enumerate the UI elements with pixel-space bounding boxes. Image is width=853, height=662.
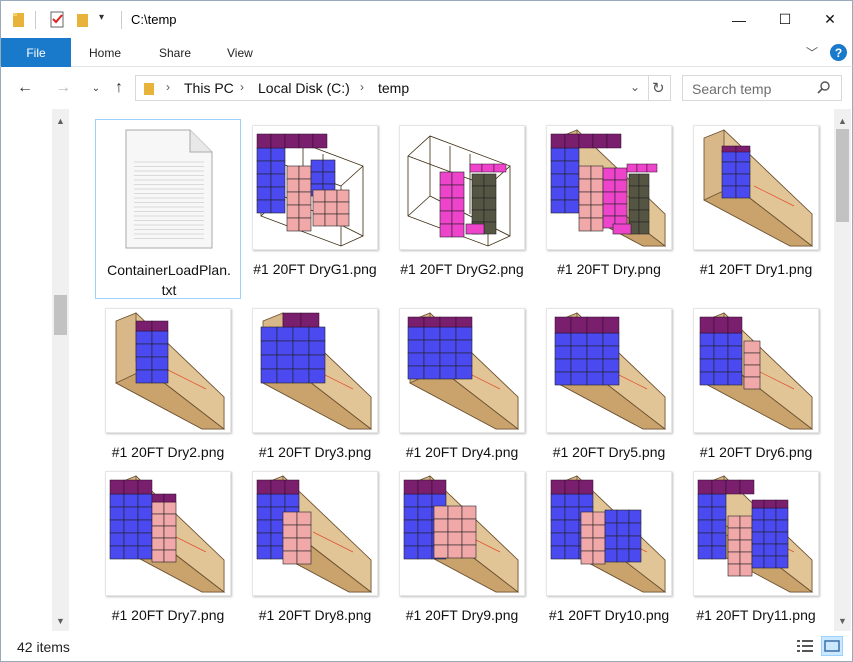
chevron-right-icon[interactable]: › [240,80,244,94]
file-item[interactable]: #1 20FT Dry9.png [389,465,535,645]
file-name-label: #1 20FT Dry11.png [696,607,816,623]
back-button[interactable]: ← [13,76,37,100]
expand-ribbon-icon[interactable]: ﹀ [806,44,818,61]
file-name-line: txt [161,282,177,298]
file-name-label: #1 20FT Dry8.png [258,607,372,623]
search-icon[interactable] [817,80,831,97]
title-bar: ▾ C:\temp — ☐ ✕ [0,0,853,38]
file-item[interactable]: #1 20FT DryG1.png [242,119,388,299]
file-item[interactable]: #1 20FT Dry.png [536,119,682,299]
file-name-label: #1 20FT Dry6.png [699,444,813,460]
refresh-icon[interactable]: ↻ [652,79,665,97]
file-name-label: #1 20FT Dry2.png [111,444,225,460]
image-thumbnail [399,308,525,433]
file-item[interactable]: ContainerLoadPlan. txt [95,119,241,299]
navigation-bar: ← → ⌄ ↑ › This PC › Local Disk (C:) › te… [0,67,853,109]
item-count: 42 items [17,639,70,655]
up-button[interactable]: ↑ [107,76,131,100]
file-tab[interactable]: File [1,38,71,67]
file-item[interactable]: #1 20FT Dry7.png [95,465,241,645]
image-thumbnail [252,471,378,596]
scroll-down-icon[interactable]: ▼ [52,612,69,629]
image-thumbnail [546,471,672,596]
file-name-label: #1 20FT DryG2.png [400,261,524,277]
nav-pane-scrollbar[interactable]: ▲ ▼ [52,109,69,631]
address-divider [648,76,649,100]
folder-icon [143,81,157,100]
breadcrumb-this-pc[interactable]: This PC [184,80,234,96]
large-icons-view-icon[interactable] [821,636,843,656]
forward-button[interactable]: → [51,76,75,100]
breadcrumb-local-disk[interactable]: Local Disk (C:) [258,80,350,96]
tab-home[interactable]: Home [89,38,121,67]
maximize-button[interactable]: ☐ [762,1,808,38]
close-button[interactable]: ✕ [807,1,853,38]
customize-qa-icon[interactable]: ▾ [99,12,104,32]
file-item[interactable]: #1 20FT Dry6.png [683,302,829,482]
image-thumbnail [252,308,378,433]
scroll-up-icon[interactable]: ▲ [52,112,69,129]
file-item[interactable]: #1 20FT Dry11.png [683,465,829,645]
image-thumbnail [546,308,672,433]
file-name-label: #1 20FT Dry5.png [552,444,666,460]
scroll-thumb[interactable] [836,129,849,222]
chevron-right-icon[interactable]: › [360,80,364,94]
file-item[interactable]: #1 20FT Dry2.png [95,302,241,482]
qa-divider [35,11,36,29]
file-list: ▲ ▼ ContainerLoadPlan. txt #1 20FT DryG1.… [0,109,853,631]
file-item[interactable]: #1 20FT Dry3.png [242,302,388,482]
file-name-label: #1 20FT Dry9.png [405,607,519,623]
recent-locations-icon[interactable]: ⌄ [84,76,108,100]
tab-share[interactable]: Share [159,38,191,67]
vertical-scrollbar[interactable]: ▲ ▼ [834,109,851,631]
file-name-line: ContainerLoadPlan. [107,262,231,278]
image-thumbnail [399,125,525,250]
scroll-up-icon[interactable]: ▲ [834,112,851,129]
details-view-icon[interactable] [797,639,813,656]
minimize-button[interactable]: — [716,1,762,38]
search-box[interactable]: Search temp [682,75,842,101]
image-thumbnail [105,471,231,596]
image-thumbnail [105,308,231,433]
file-item[interactable]: #1 20FT Dry5.png [536,302,682,482]
image-thumbnail [693,125,819,250]
file-name-label: #1 20FT Dry10.png [548,607,670,623]
window-title: C:\temp [131,12,177,27]
ribbon-tabs: File Home Share View ﹀ ? [0,38,853,67]
scroll-thumb[interactable] [54,295,67,335]
file-name-label: ContainerLoadPlan. txt [98,260,240,300]
image-thumbnail [693,308,819,433]
status-bar: 42 items [0,631,853,662]
file-name-label: #1 20FT Dry4.png [405,444,519,460]
scroll-down-icon[interactable]: ▼ [834,612,851,629]
file-name-label: #1 20FT Dry.png [557,261,661,277]
image-thumbnail [693,471,819,596]
image-thumbnail [399,471,525,596]
address-bar[interactable]: › This PC › Local Disk (C:) › temp ⌄ ↻ [135,75,671,101]
address-dropdown-icon[interactable]: ⌄ [630,80,640,94]
file-item[interactable]: #1 20FT Dry4.png [389,302,535,482]
file-item[interactable]: #1 20FT Dry10.png [536,465,682,645]
file-item[interactable]: #1 20FT DryG2.png [389,119,535,299]
title-divider [121,11,122,29]
new-folder-icon[interactable] [75,10,91,30]
breadcrumb-temp[interactable]: temp [378,80,409,96]
properties-icon[interactable] [49,10,65,30]
file-name-label: #1 20FT Dry3.png [258,444,372,460]
tab-view[interactable]: View [227,38,253,67]
file-item[interactable]: #1 20FT Dry8.png [242,465,388,645]
file-name-label: #1 20FT DryG1.png [253,261,377,277]
image-thumbnail [546,125,672,250]
file-name-label: #1 20FT Dry7.png [111,607,225,623]
search-input[interactable]: Search temp [692,81,771,97]
file-name-label: #1 20FT Dry1.png [699,261,813,277]
image-thumbnail [252,125,378,250]
folder-icon [11,10,27,30]
text-document-icon [124,128,214,253]
file-item[interactable]: #1 20FT Dry1.png [683,119,829,299]
help-icon[interactable]: ? [830,44,847,61]
chevron-right-icon[interactable]: › [166,80,170,94]
